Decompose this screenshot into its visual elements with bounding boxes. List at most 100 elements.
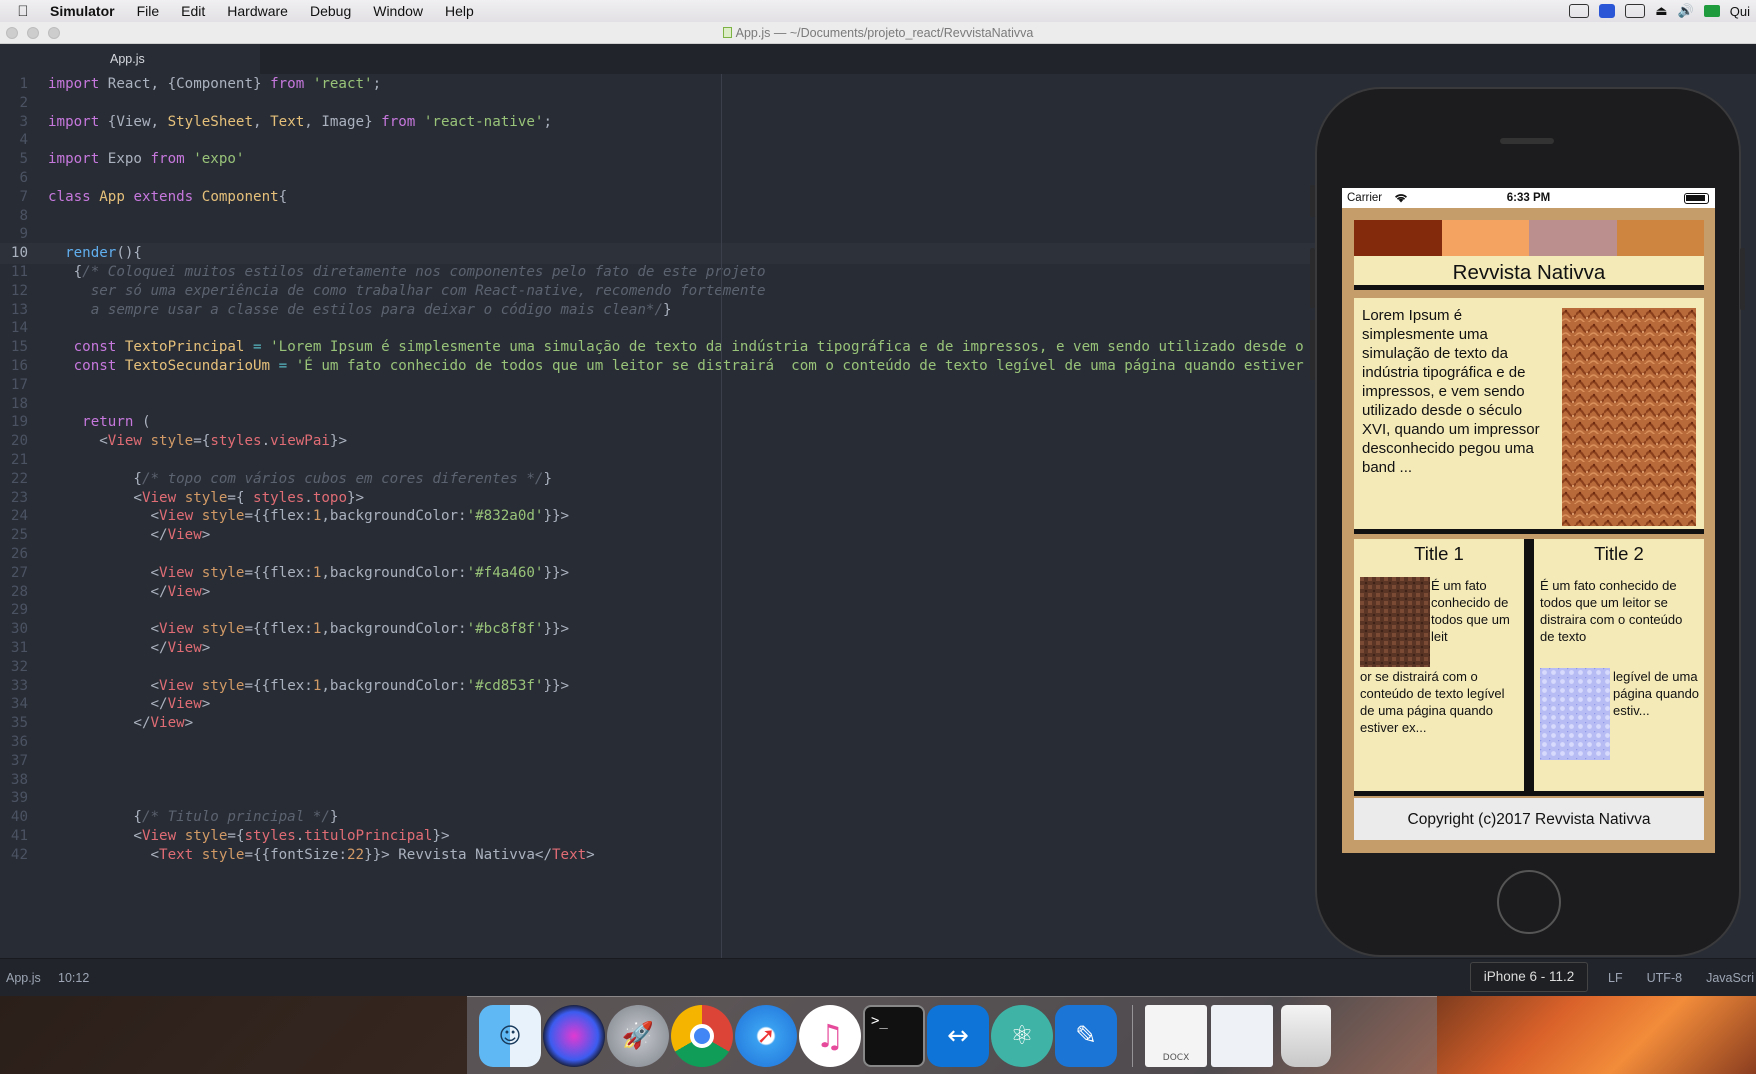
column-2-text-right: legível de uma página quando estiv... bbox=[1613, 669, 1700, 718]
status-file-name[interactable]: App.js bbox=[6, 965, 41, 991]
code-token: }}> bbox=[543, 621, 570, 638]
teamviewer-icon[interactable]: ↔ bbox=[927, 1005, 989, 1067]
code-token: ; bbox=[543, 113, 553, 130]
tab-app-js[interactable]: App.js bbox=[0, 44, 260, 74]
code-token: tituloPrincipal bbox=[304, 828, 433, 844]
status-cursor-position[interactable]: 10:12 bbox=[58, 965, 89, 991]
code-token: a sempre usar a classe de estilos para d… bbox=[48, 301, 663, 318]
window-title: App.js — ~/Documents/projeto_react/Revvi… bbox=[735, 26, 1034, 40]
menu-debug[interactable]: Debug bbox=[299, 3, 362, 19]
close-window-button[interactable] bbox=[6, 27, 18, 39]
vpn-icon[interactable] bbox=[1569, 4, 1590, 18]
code-token: < bbox=[48, 846, 160, 863]
status-encoding[interactable]: UTF-8 bbox=[1647, 965, 1682, 991]
code-token: View bbox=[159, 621, 194, 638]
code-token: style bbox=[201, 621, 245, 638]
code-token: }> bbox=[432, 828, 450, 844]
minimize-window-button[interactable] bbox=[27, 27, 39, 39]
display-icon[interactable] bbox=[1625, 4, 1646, 18]
code-token: < bbox=[48, 828, 142, 844]
code-token: TextoSecundarioUm bbox=[124, 358, 271, 374]
volume-icon[interactable]: 🔊 bbox=[1678, 3, 1694, 19]
code-token: < bbox=[48, 621, 160, 638]
code-token: ={{flex: bbox=[244, 677, 313, 694]
power-button bbox=[1740, 248, 1745, 310]
eject-icon[interactable]: ⏏ bbox=[1655, 3, 1667, 19]
code-token: = bbox=[278, 358, 288, 374]
code-editor[interactable]: 1 import React, {Component} from 'react';… bbox=[0, 74, 1320, 958]
atom-icon[interactable]: ⚛ bbox=[991, 1005, 1053, 1067]
code-token: </ bbox=[48, 696, 168, 713]
menu-help[interactable]: Help bbox=[434, 3, 485, 19]
trash-icon[interactable] bbox=[1281, 1005, 1331, 1067]
menu-clock[interactable]: Qui bbox=[1730, 4, 1750, 19]
teamviewer-menu-icon[interactable] bbox=[1599, 4, 1616, 18]
code-token: . bbox=[295, 828, 305, 844]
zoom-window-button[interactable] bbox=[48, 27, 60, 39]
code-token: ={{fontSize: bbox=[244, 846, 347, 863]
code-token: styles bbox=[253, 489, 305, 506]
menu-app-name[interactable]: Simulator bbox=[46, 3, 126, 19]
menu-window[interactable]: Window bbox=[362, 3, 434, 19]
menu-hardware[interactable]: Hardware bbox=[216, 3, 299, 19]
column-2-title: Title 2 bbox=[1594, 543, 1644, 564]
chrome-icon[interactable] bbox=[671, 1005, 733, 1067]
code-token: {View, bbox=[99, 113, 168, 130]
code-token: > bbox=[201, 696, 211, 713]
app-title: Revvista Nativva bbox=[1354, 256, 1704, 290]
code-token: </ bbox=[48, 527, 168, 544]
apple-icon[interactable]:  bbox=[0, 3, 46, 20]
docx-label: DOCX bbox=[1162, 1053, 1190, 1063]
menu-edit[interactable]: Edit bbox=[170, 3, 216, 19]
code-token: > bbox=[201, 583, 211, 600]
battery-icon bbox=[1684, 193, 1709, 204]
column-2-text-top: É um fato conhecido de todos que um leit… bbox=[1540, 578, 1683, 644]
screen:  Simulator File Edit Hardware Debug Win… bbox=[0, 0, 1756, 1074]
menu-file[interactable]: File bbox=[126, 3, 171, 19]
code-token: > bbox=[201, 640, 211, 656]
color-cube bbox=[1529, 220, 1617, 256]
code-token: View bbox=[150, 715, 185, 732]
docx-file-icon[interactable]: DOCX bbox=[1145, 1005, 1207, 1067]
code-token: App bbox=[99, 188, 125, 205]
window-title-bar: App.js — ~/Documents/projeto_react/Revvi… bbox=[0, 22, 1756, 44]
code-line[interactable]: 42 <Text style={{fontSize:22}}> Revvista… bbox=[0, 845, 1320, 866]
document-stack-icon[interactable] bbox=[1211, 1005, 1273, 1067]
code-token: < bbox=[48, 489, 142, 506]
code-token: topo bbox=[312, 489, 347, 506]
code-token: }}> bbox=[543, 677, 570, 694]
terminal-icon[interactable]: >_ bbox=[863, 1005, 925, 1067]
code-token: '#832a0d' bbox=[466, 508, 544, 525]
earpiece-speaker bbox=[1500, 138, 1554, 144]
simulator-screen[interactable]: Carrier 6:33 PM Revvista Nativva Lorem I… bbox=[1342, 188, 1715, 853]
code-token: </ bbox=[48, 640, 168, 656]
itunes-icon[interactable]: ♫ bbox=[799, 1005, 861, 1067]
code-token: style bbox=[184, 489, 228, 506]
code-token: { bbox=[48, 809, 142, 826]
status-grammar[interactable]: JavaScri bbox=[1706, 965, 1754, 991]
launchpad-icon[interactable]: 🚀 bbox=[607, 1005, 669, 1067]
color-cube bbox=[1616, 220, 1704, 256]
home-button[interactable] bbox=[1497, 870, 1561, 934]
wrap-guide bbox=[721, 74, 722, 958]
line-number: 42 bbox=[10, 846, 28, 863]
finder-icon[interactable]: ☺ bbox=[479, 1005, 541, 1067]
siri-icon[interactable] bbox=[543, 1005, 605, 1067]
code-token: viewPai bbox=[270, 433, 330, 450]
xcode-simulator-icon[interactable]: ✎ bbox=[1055, 1005, 1117, 1067]
code-token: TextoPrincipal bbox=[124, 339, 245, 356]
code-token: style bbox=[201, 677, 245, 694]
status-line-ending[interactable]: LF bbox=[1608, 965, 1623, 991]
safari-icon[interactable]: ➚ bbox=[735, 1005, 797, 1067]
code-token: } bbox=[543, 470, 552, 487]
input-flag-icon[interactable] bbox=[1703, 5, 1720, 17]
code-token: (){ bbox=[116, 245, 142, 262]
color-cube bbox=[1354, 220, 1442, 256]
